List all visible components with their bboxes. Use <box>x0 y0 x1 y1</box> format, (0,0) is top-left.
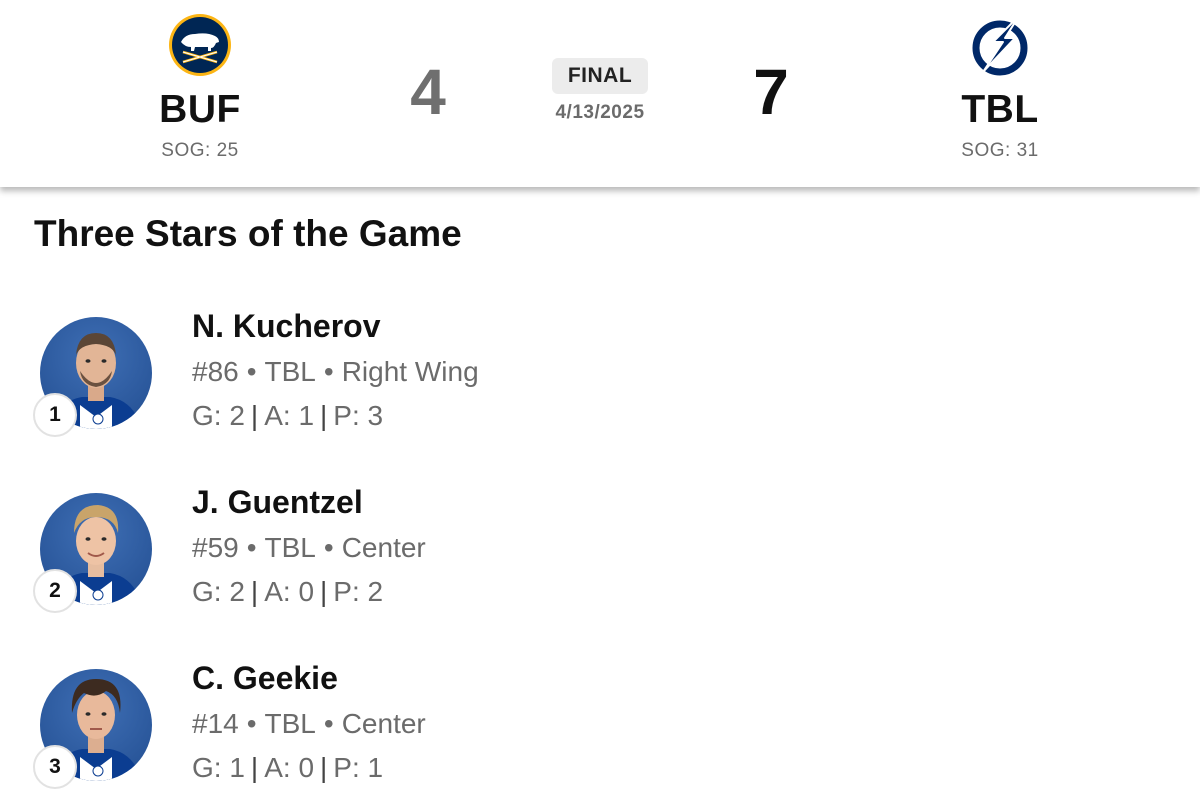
stat-separator: | <box>250 400 259 431</box>
dot-separator: • <box>246 532 257 563</box>
home-team-abbr: TBL <box>961 88 1039 131</box>
points-stat: P: 1 <box>333 752 384 783</box>
assists-stat: A: 0 <box>264 576 315 607</box>
player-team: TBL <box>264 708 316 739</box>
star-row[interactable]: 2 J. Guentzel #59 • TBL • Center G: 2 | A: 0 | P… <box>0 481 1200 631</box>
player-team: TBL <box>264 356 316 387</box>
player-stats: G: 2 | A: 0 | P: 2 <box>192 574 383 610</box>
dot-separator: • <box>246 356 257 387</box>
dot-separator: • <box>323 532 334 563</box>
final-badge: FINAL <box>551 58 649 94</box>
player-stats: G: 1 | A: 0 | P: 1 <box>192 750 383 786</box>
player-meta: #14 • TBL • Center <box>192 706 426 742</box>
player-name[interactable]: N. Kucherov <box>192 305 380 347</box>
away-score: 4 <box>410 56 446 128</box>
dot-separator: • <box>323 708 334 739</box>
assists-stat: A: 0 <box>264 752 315 783</box>
points-stat: P: 3 <box>333 400 384 431</box>
three-stars-title: Three Stars of the Game <box>34 213 462 254</box>
player-position: Center <box>341 532 426 563</box>
stat-separator: | <box>320 752 328 783</box>
player-number: #86 <box>192 356 239 387</box>
home-team[interactable]: TBL SOG: 31 <box>900 12 1100 162</box>
goals-stat: G: 2 <box>192 400 245 431</box>
star-rank-badge: 3 <box>33 745 77 789</box>
home-score: 7 <box>753 56 789 128</box>
player-meta: #59 • TBL • Center <box>192 530 426 566</box>
player-number: #14 <box>192 708 239 739</box>
dot-separator: • <box>246 708 257 739</box>
stat-separator: | <box>250 752 259 783</box>
goals-stat: G: 1 <box>192 752 245 783</box>
game-status: FINAL 4/13/2025 <box>500 58 700 124</box>
player-team: TBL <box>264 532 316 563</box>
star-row[interactable]: 1 N. Kucherov #86 • TBL • Right Wing G: 2 | A:… <box>0 305 1200 455</box>
points-stat: P: 2 <box>333 576 384 607</box>
assists-stat: A: 1 <box>264 400 315 431</box>
player-position: Center <box>341 708 426 739</box>
game-date: 4/13/2025 <box>555 102 645 123</box>
home-team-sog: SOG: 31 <box>961 140 1039 161</box>
lightning-logo-icon <box>972 15 1028 76</box>
away-team-sog: SOG: 25 <box>161 140 239 161</box>
player-number: #59 <box>192 532 239 563</box>
player-stats: G: 2 | A: 1 | P: 3 <box>192 398 383 434</box>
stat-separator: | <box>320 576 328 607</box>
player-position: Right Wing <box>341 356 479 387</box>
scoreboard-header: BUF SOG: 25 4 FINAL 4/13/2025 7 TBL SOG:… <box>0 0 1200 187</box>
stat-separator: | <box>250 576 259 607</box>
stat-separator: | <box>320 400 328 431</box>
star-rank-badge: 2 <box>33 569 77 613</box>
sabres-logo-icon <box>169 14 231 76</box>
goals-stat: G: 2 <box>192 576 245 607</box>
star-rank-badge: 1 <box>33 393 77 437</box>
player-name[interactable]: C. Geekie <box>192 657 338 699</box>
away-team[interactable]: BUF SOG: 25 <box>100 12 300 162</box>
star-row[interactable]: 3 C. Geekie #14 • TBL • Center G: 1 | A: 0 | P: … <box>0 657 1200 807</box>
player-name[interactable]: J. Guentzel <box>192 481 363 523</box>
away-team-abbr: BUF <box>159 88 241 131</box>
player-meta: #86 • TBL • Right Wing <box>192 354 479 390</box>
dot-separator: • <box>323 356 334 387</box>
